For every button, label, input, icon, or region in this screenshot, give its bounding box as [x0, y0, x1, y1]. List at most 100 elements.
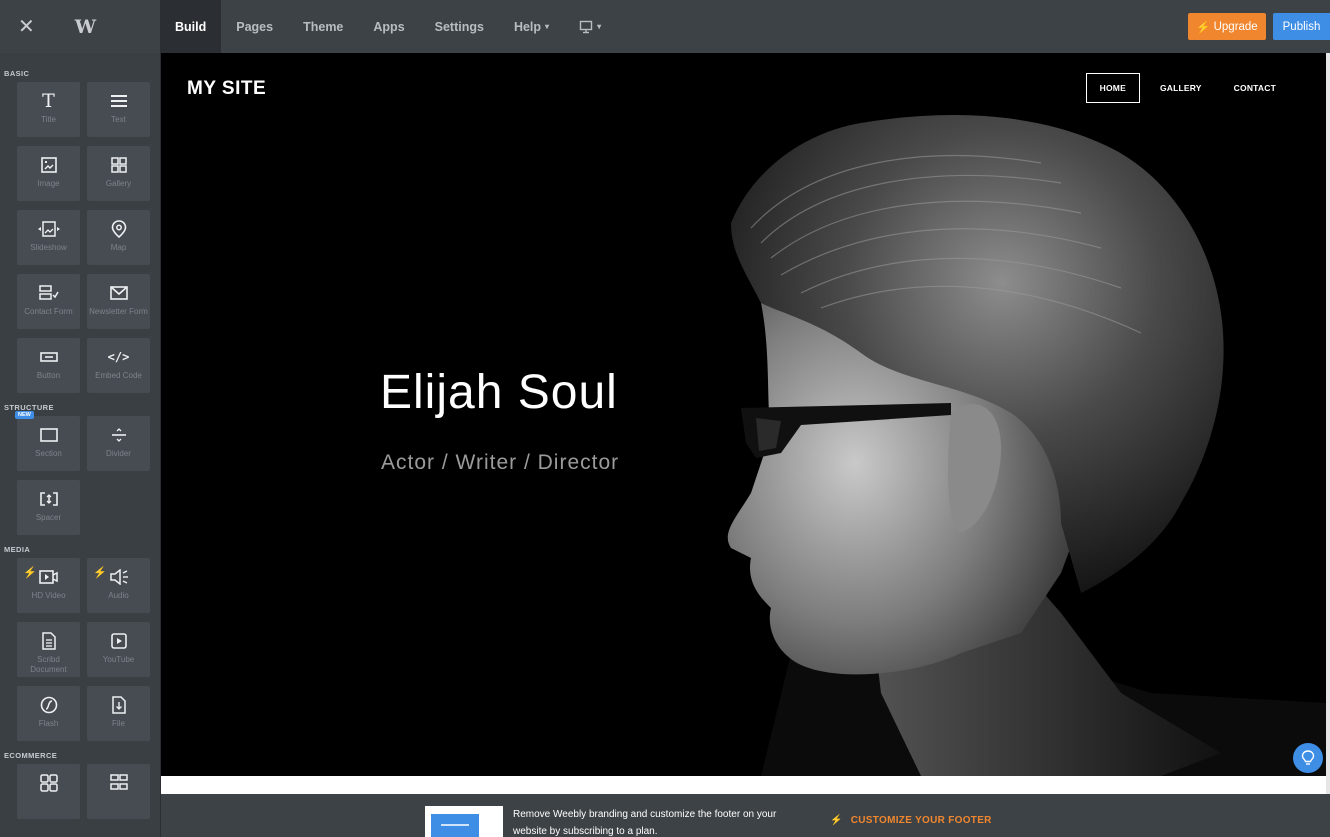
section-icon — [39, 424, 58, 446]
tab-pages[interactable]: Pages — [221, 0, 288, 53]
hero-heading[interactable]: Elijah Soul — [380, 365, 618, 420]
element-label: Title — [41, 115, 56, 124]
element-label: Slideshow — [30, 243, 67, 252]
weebly-editor: ✕ W Build Pages Theme Apps Settings Help… — [0, 0, 1330, 837]
section-title-media: MEDIA — [4, 545, 31, 554]
element-slideshow[interactable]: Slideshow — [17, 210, 80, 265]
gallery-icon — [110, 154, 127, 176]
hero-portrait-image — [727, 115, 1326, 776]
element-label: Audio — [108, 591, 129, 600]
customize-footer-label: CUSTOMIZE YOUR FOOTER — [850, 815, 992, 826]
device-preview-toggle[interactable]: ▾ — [564, 0, 616, 53]
section-title-ecommerce: ECOMMERCE — [4, 751, 58, 760]
element-store-product[interactable] — [17, 764, 80, 819]
tab-apps[interactable]: Apps — [358, 0, 419, 53]
text-icon — [110, 90, 128, 112]
element-youtube[interactable]: YouTube — [87, 622, 150, 677]
product-grid-icon — [39, 772, 58, 794]
element-section[interactable]: NEW Section — [15, 411, 80, 471]
tab-theme-label: Theme — [303, 19, 344, 34]
image-icon — [40, 154, 57, 176]
tab-build[interactable]: Build — [160, 0, 222, 53]
footer-upsell-message: Remove Weebly branding and customize the… — [513, 809, 777, 837]
element-label: Scribd Document — [30, 655, 67, 674]
element-label: Section — [35, 449, 62, 458]
element-newsletter-form[interactable]: Newsletter Form — [87, 274, 150, 329]
element-spacer[interactable]: Spacer — [17, 480, 80, 535]
close-icon[interactable]: ✕ — [18, 17, 35, 37]
tab-settings[interactable]: Settings — [420, 0, 499, 53]
lightbulb-help-button[interactable] — [1293, 743, 1323, 773]
element-divider[interactable]: Divider — [87, 416, 150, 471]
element-scribd-document[interactable]: Scribd Document — [17, 622, 80, 677]
element-label: Button — [36, 371, 61, 380]
element-contact-form[interactable]: Contact Form — [17, 274, 80, 329]
footer-preview-thumbnail — [425, 806, 503, 837]
element-label: Divider — [106, 449, 131, 458]
tab-theme[interactable]: Theme — [288, 0, 358, 53]
document-icon — [41, 630, 56, 652]
media-elements: ⚡ HD Video ⚡ Audio Scribd Document YouTu… — [17, 558, 160, 741]
divider-icon — [111, 424, 127, 446]
element-product-list[interactable] — [87, 764, 150, 819]
tab-settings-label: Settings — [434, 19, 484, 34]
site-title[interactable]: MY SITE — [187, 78, 266, 100]
map-pin-icon — [111, 218, 127, 240]
premium-bolt-icon: ⚡ — [93, 567, 107, 579]
site-canvas[interactable]: MY SITE HOME GALLERY CONTACT Elijah Soul… — [161, 53, 1326, 776]
element-label: HD Video — [31, 591, 66, 600]
slideshow-icon — [37, 218, 60, 240]
upgrade-button[interactable]: ⚡ Upgrade — [1188, 13, 1266, 40]
chevron-down-icon: ▾ — [597, 22, 602, 31]
lightning-icon: ⚡ — [830, 815, 843, 826]
element-gallery[interactable]: Gallery — [87, 146, 150, 201]
elements-sidebar: BASIC T Title Text Image Gallery Slidesh… — [0, 53, 160, 837]
ecommerce-elements — [17, 764, 160, 819]
tab-apps-label: Apps — [373, 19, 405, 34]
tab-help[interactable]: Help ▾ — [499, 0, 564, 53]
element-label: Flash — [38, 719, 59, 728]
element-text[interactable]: Text — [87, 82, 150, 137]
video-icon — [38, 566, 59, 588]
customize-footer-link[interactable]: ⚡ CUSTOMIZE YOUR FOOTER — [830, 815, 992, 826]
hero-subheading[interactable]: Actor / Writer / Director — [381, 451, 619, 475]
product-list-icon — [109, 772, 128, 794]
element-hd-video[interactable]: ⚡ HD Video — [17, 558, 80, 613]
lightning-icon: ⚡ — [1196, 21, 1211, 34]
element-button[interactable]: Button — [17, 338, 80, 393]
structure-elements: NEW Section Divider Spacer — [15, 411, 160, 535]
desktop-icon — [579, 20, 593, 34]
element-image[interactable]: Image — [17, 146, 80, 201]
element-embed-code[interactable]: </> Embed Code — [87, 338, 150, 393]
element-label: Gallery — [105, 179, 132, 188]
element-label: Text — [111, 115, 126, 124]
youtube-icon — [110, 630, 127, 652]
weebly-logo: W — [74, 15, 96, 38]
basic-elements: T Title Text Image Gallery Slideshow Map… — [17, 82, 160, 393]
element-label: File — [112, 719, 125, 728]
file-icon — [111, 694, 126, 716]
element-map[interactable]: Map — [87, 210, 150, 265]
audio-icon — [109, 566, 129, 588]
editor-tabs: Build Pages Theme Apps Settings Help ▾ ▾ — [160, 0, 616, 53]
element-audio[interactable]: ⚡ Audio — [87, 558, 150, 613]
canvas-bottom-edge — [161, 776, 1326, 794]
element-flash[interactable]: Flash — [17, 686, 80, 741]
premium-bolt-icon: ⚡ — [23, 567, 37, 579]
site-nav-contact[interactable]: CONTACT — [1218, 73, 1292, 103]
element-label: Image — [37, 179, 60, 188]
element-label: YouTube — [102, 655, 135, 664]
canvas-scrollbar[interactable] — [1326, 53, 1330, 794]
element-title[interactable]: T Title — [17, 82, 80, 137]
element-file[interactable]: File — [87, 686, 150, 741]
element-label: Embed Code — [95, 371, 142, 380]
spacer-icon — [39, 488, 58, 510]
site-nav-home[interactable]: HOME — [1085, 73, 1140, 103]
element-label: Map — [110, 243, 127, 252]
lightbulb-icon — [1301, 750, 1315, 765]
publish-button[interactable]: Publish — [1273, 13, 1330, 40]
site-navigation: HOME GALLERY CONTACT — [1085, 73, 1292, 103]
site-nav-gallery[interactable]: GALLERY — [1144, 73, 1218, 103]
title-icon: T — [42, 90, 55, 112]
contact-form-icon — [38, 282, 59, 304]
